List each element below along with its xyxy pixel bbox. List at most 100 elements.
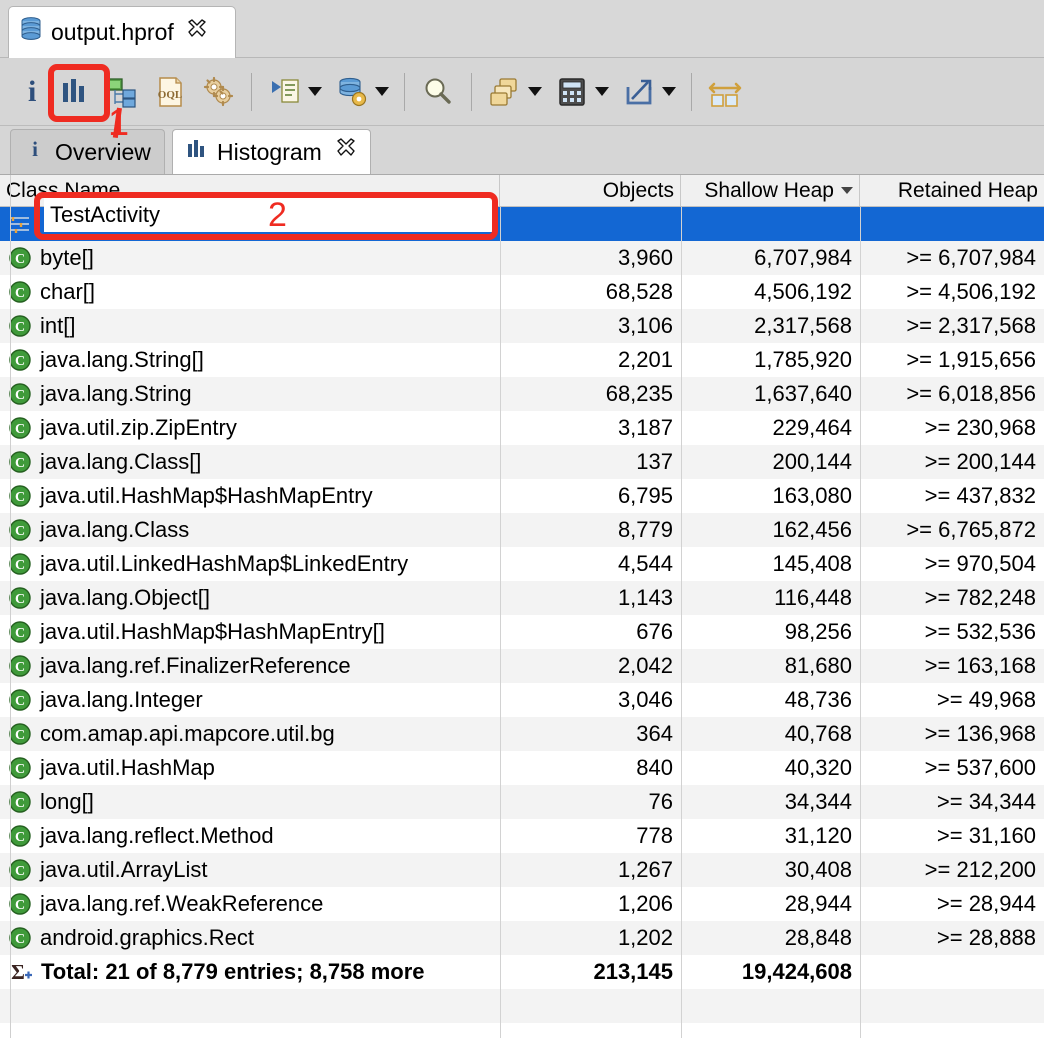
- histogram-table: Class Name Objects Shallow Heap Retained…: [0, 174, 1044, 1038]
- cell-class_name-text: char[]: [40, 279, 96, 304]
- cell-objects: 137: [500, 445, 681, 479]
- editor-tab-output-hprof[interactable]: output.hprof: [8, 6, 236, 58]
- toolbar-button-query-browser[interactable]: [328, 68, 395, 116]
- column-header-objects[interactable]: Objects: [500, 175, 681, 206]
- cell-shallow-text: 48,736: [784, 687, 852, 712]
- cell-retained: >= 230,968: [860, 411, 1044, 445]
- toolbar-button-thread-overview[interactable]: [194, 68, 242, 116]
- table-row[interactable]: Ccom.amap.api.mapcore.util.bg 364 40,768 >=…: [0, 717, 1044, 751]
- chevron-down-icon[interactable]: [662, 87, 677, 96]
- cell-objects: 3,187: [500, 411, 681, 445]
- chevron-down-icon[interactable]: [375, 87, 390, 96]
- toolbar-button-group-result[interactable]: [481, 68, 548, 116]
- cell-retained-text: >= 437,832: [924, 483, 1036, 508]
- cell-class_name-text: java.lang.ref.WeakReference: [40, 891, 324, 916]
- cell-objects: 2,042: [500, 649, 681, 683]
- cell-objects-text: 2,042: [617, 653, 673, 678]
- table-row[interactable]: Candroid.graphics.Rect 1,202 28,848 >= 28,8…: [0, 921, 1044, 955]
- cell-objects: 676: [500, 615, 681, 649]
- svg-text:C: C: [15, 524, 25, 539]
- table-row[interactable]: Cjava.util.zip.ZipEntry 3,187 229,464 >= 23…: [0, 411, 1044, 445]
- chevron-down-icon[interactable]: [308, 87, 323, 96]
- oql-document-icon: OQL: [152, 74, 188, 110]
- cell-retained-text: >= 782,248: [924, 585, 1036, 610]
- cell-shallow-text: 31,120: [784, 823, 852, 848]
- table-row[interactable]: Cchar[] 68,528 4,506,192 >= 4,506,192: [0, 275, 1044, 309]
- svg-text:C: C: [15, 864, 25, 879]
- table-row[interactable]: Cjava.lang.reflect.Method 778 31,120 >= 31,…: [0, 819, 1044, 853]
- table-row[interactable]: Cjava.util.LinkedHashMap$LinkedEntry 4,54…: [0, 547, 1044, 581]
- table-row[interactable]: Cjava.util.HashMap 840 40,320 >= 537,600: [0, 751, 1044, 785]
- table-row[interactable]: Cint[] 3,106 2,317,568 >= 2,317,568: [0, 309, 1044, 343]
- toolbar-button-run-expert-system[interactable]: [261, 68, 328, 116]
- toolbar-button-export[interactable]: [615, 68, 682, 116]
- cell-class_name: Σ Total: 21 of 8,779 entries; 8,758 more: [0, 955, 500, 989]
- cell-retained: >= 970,504: [860, 547, 1044, 581]
- info-i-icon: i: [28, 74, 37, 108]
- svg-text:C: C: [15, 456, 25, 471]
- cell-shallow: 81,680: [681, 649, 860, 683]
- toolbar-button-calculator[interactable]: [548, 68, 615, 116]
- table-row[interactable]: Cbyte[] 3,960 6,707,984 >= 6,707,984: [0, 241, 1044, 275]
- cell-objects-text: 1,143: [617, 585, 673, 610]
- table-row[interactable]: Cjava.lang.Class[] 137 200,144 >= 200,144: [0, 445, 1044, 479]
- table-row[interactable]: Cjava.lang.Integer 3,046 48,736 >= 49,968: [0, 683, 1044, 717]
- cell-shallow: 163,080: [681, 479, 860, 513]
- cell-retained: >= 782,248: [860, 581, 1044, 615]
- column-header-shallow-heap[interactable]: Shallow Heap: [681, 175, 860, 206]
- close-icon[interactable]: [331, 138, 357, 166]
- close-icon[interactable]: [182, 19, 208, 46]
- cell-class_name-text: Total: 21 of 8,779 entries; 8,758 more: [41, 959, 425, 984]
- cell-retained: >= 163,168: [860, 649, 1044, 683]
- toolbar-button-compare[interactable]: [701, 68, 749, 116]
- svg-text:C: C: [15, 796, 25, 811]
- toolbar-button-find-object[interactable]: [414, 68, 462, 116]
- table-row[interactable]: Cjava.util.HashMap$HashMapEntry[] 676 98,2…: [0, 615, 1044, 649]
- cell-shallow: 200,144: [681, 445, 860, 479]
- table-row[interactable]: Cjava.lang.ref.FinalizerReference 2,042 81…: [0, 649, 1044, 683]
- cell-objects: 68,235: [500, 377, 681, 411]
- cell-retained-text: >= 537,600: [924, 755, 1036, 780]
- toolbar-button-overview-info[interactable]: i: [14, 68, 50, 116]
- cell-shallow-text: 163,080: [772, 483, 852, 508]
- cell-class_name: Cjava.util.HashMap$HashMapEntry[]: [0, 615, 500, 649]
- table-row[interactable]: Cjava.lang.String 68,235 1,637,640 >= 6,018…: [0, 377, 1044, 411]
- cell-objects-text: 364: [636, 721, 673, 746]
- cell-retained: >= 2,317,568: [860, 309, 1044, 343]
- table-row[interactable]: Cjava.util.ArrayList 1,267 30,408 >= 212,20…: [0, 853, 1044, 887]
- cell-retained: >= 200,144: [860, 445, 1044, 479]
- tab-histogram[interactable]: Histogram: [172, 129, 371, 174]
- cell-retained: [860, 207, 1044, 241]
- cell-objects-text: 3,960: [617, 245, 673, 270]
- table-row[interactable]: Cjava.lang.Class 8,779 162,456 >= 6,765,872: [0, 513, 1044, 547]
- toolbar-button-oql[interactable]: OQL: [146, 68, 194, 116]
- svg-text:C: C: [15, 694, 25, 709]
- cell-retained: >= 6,018,856: [860, 377, 1044, 411]
- table-row[interactable]: Clong[] 76 34,344 >= 34,344: [0, 785, 1044, 819]
- column-header-retained-heap[interactable]: Retained Heap: [860, 175, 1044, 206]
- cell-shallow-text: 116,448: [774, 585, 852, 610]
- cell-shallow-text: 2,317,568: [754, 313, 852, 338]
- memory-analyzer-window: output.hprof i OQL i Overview Histogram …: [0, 0, 1044, 1038]
- table-row[interactable]: Cjava.lang.Object[] 1,143 116,448 >= 782,24…: [0, 581, 1044, 615]
- table-row[interactable]: Cjava.lang.ref.WeakReference 1,206 28,944 >…: [0, 887, 1044, 921]
- svg-text:C: C: [15, 354, 25, 369]
- cell-objects: 840: [500, 751, 681, 785]
- cell-retained: >= 136,968: [860, 717, 1044, 751]
- cell-objects-text: 1,206: [617, 891, 673, 916]
- cell-objects-text: 3,187: [617, 415, 673, 440]
- cell-class_name: Cjava.lang.Class[]: [0, 445, 500, 479]
- table-row[interactable]: Cjava.lang.String[] 2,201 1,785,920 >= 1,91…: [0, 343, 1044, 377]
- tab-overview[interactable]: i Overview: [10, 129, 165, 174]
- cell-class_name-text: java.lang.Object[]: [40, 585, 210, 610]
- table-row[interactable]: Cjava.util.HashMap$HashMapEntry 6,795 163,…: [0, 479, 1044, 513]
- chevron-down-icon[interactable]: [528, 87, 543, 96]
- cell-retained: >= 6,765,872: [860, 513, 1044, 547]
- cell-objects: 3,106: [500, 309, 681, 343]
- cell-class_name: Cjava.lang.String: [0, 377, 500, 411]
- cell-class_name: Cchar[]: [0, 275, 500, 309]
- toolbar-button-histogram[interactable]: [50, 68, 98, 116]
- chevron-down-icon[interactable]: [595, 87, 610, 96]
- cell-objects: 1,267: [500, 853, 681, 887]
- editor-tab-bar: output.hprof: [0, 0, 1044, 58]
